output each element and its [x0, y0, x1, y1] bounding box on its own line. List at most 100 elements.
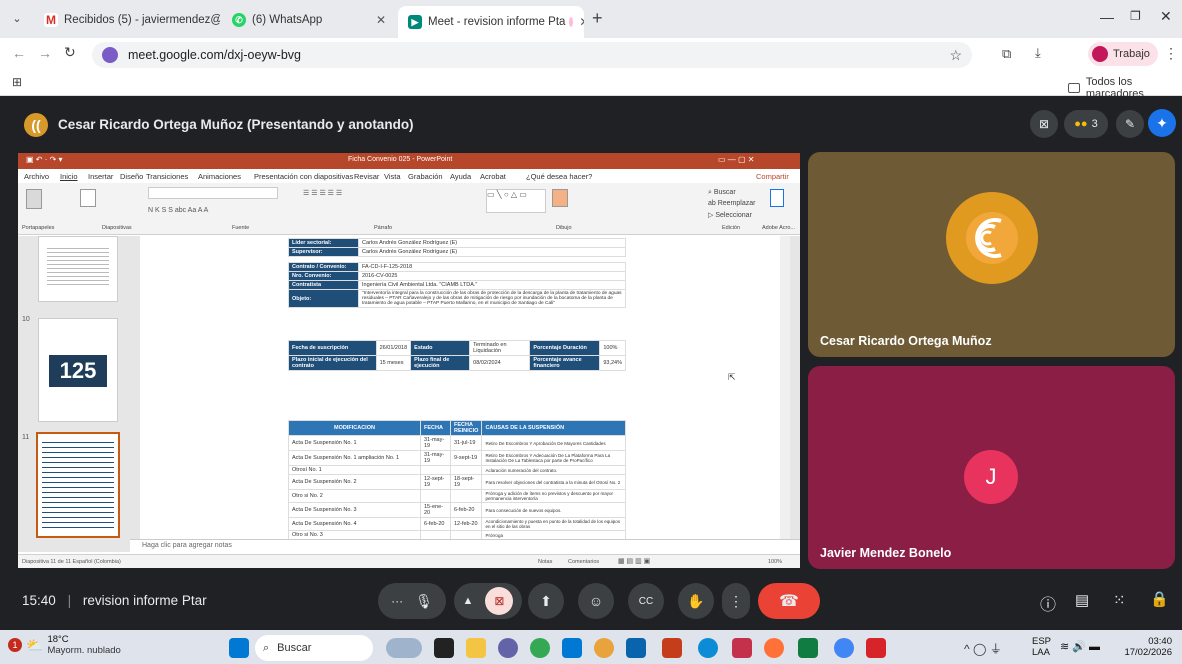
tab-gmail[interactable]: M Recibidos (5) - javiermendez@ ✕ [34, 6, 220, 34]
select-ribbon-icon[interactable]: ▷ Seleccionar [708, 211, 752, 219]
forward-icon[interactable]: → [38, 45, 52, 61]
site-info-icon[interactable] [102, 47, 118, 63]
arrange-icon[interactable] [552, 189, 568, 207]
font-format-icons[interactable]: N K S S abc Aa A A [148, 207, 208, 214]
menu-grabacion[interactable]: Grabación [408, 172, 443, 181]
app-icon[interactable] [594, 638, 614, 658]
bookmark-star-icon[interactable]: ☆ [949, 47, 962, 64]
taskbar-search[interactable]: ⌕ Buscar [255, 635, 373, 661]
clock[interactable]: 03:40 17/02/2026 [1122, 636, 1172, 658]
present-button[interactable]: ⬆ [528, 583, 564, 619]
file-explorer-icon[interactable] [466, 638, 486, 658]
menu-animaciones[interactable]: Animaciones [198, 172, 241, 181]
slide-thumb-9[interactable] [38, 236, 118, 302]
chat-icon[interactable]: ▤ [1075, 591, 1089, 609]
close-icon[interactable]: ✕ [370, 13, 386, 27]
acrobat-icon[interactable] [866, 638, 886, 658]
url-text: meet.google.com/dxj-oeyw-bvg [128, 48, 301, 62]
notes-pane[interactable]: Haga clic para agregar notas [130, 539, 800, 553]
status-notes-button[interactable]: Notas [538, 559, 552, 565]
participant-tile-javier[interactable]: J Javier Mendez Bonelo [808, 366, 1175, 569]
activities-icon[interactable]: ⁙ [1113, 591, 1126, 609]
slide-number: 10 [22, 316, 30, 323]
ppt-window-controls[interactable]: ▭ — ▢ ✕ [718, 155, 755, 164]
participant-tile-cesar[interactable]: Cesar Ricardo Ortega Muñoz [808, 152, 1175, 357]
menu-insertar[interactable]: Insertar [88, 172, 113, 181]
tab-whatsapp[interactable]: ✆ (6) WhatsApp ✕ [222, 6, 396, 34]
apps-icon[interactable]: ⊞ [12, 75, 22, 89]
task-view-icon[interactable] [434, 638, 454, 658]
gemini-icon[interactable]: ✦ [1148, 109, 1176, 137]
captions-button[interactable]: CC [628, 583, 664, 619]
slide-thumb-11[interactable] [36, 432, 120, 538]
table-row: Acta De Suspensión No. 2 12-sept-19 18-sep… [288, 474, 626, 490]
window-close-icon[interactable]: ✕ [1160, 8, 1172, 25]
menu-diseno[interactable]: Diseño [120, 172, 143, 181]
extensions-icon[interactable]: ⧉ [1002, 46, 1011, 62]
excel-icon[interactable] [798, 638, 818, 658]
menu-icon[interactable]: ⋮ [1164, 45, 1178, 62]
new-tab-button[interactable]: + [592, 8, 603, 29]
minimize-icon[interactable]: — [1100, 9, 1114, 25]
powerpoint-icon[interactable] [662, 638, 682, 658]
slide-thumb-10[interactable]: 125 [38, 318, 118, 422]
participants-badge[interactable]: ●● 3 [1064, 110, 1108, 138]
paragraph-icons[interactable]: ☰ ☰ ☰ ☰ ☰ [303, 189, 342, 197]
store-icon[interactable] [562, 638, 582, 658]
font-controls[interactable] [148, 187, 278, 199]
chrome-icon[interactable] [530, 638, 550, 658]
language-indicator[interactable]: ESP LAA [1032, 636, 1051, 658]
network-sound-battery-icons[interactable]: ≋ 🔊 ▬ [1060, 640, 1100, 653]
menu-vista[interactable]: Vista [384, 172, 401, 181]
view-buttons[interactable]: ▦ ▤ ▥ ▣ [618, 557, 650, 565]
edge-icon[interactable] [698, 638, 718, 658]
reload-icon[interactable]: ↻ [64, 44, 76, 61]
windows-start-icon[interactable] [229, 638, 249, 658]
download-icon[interactable]: ⤓ [1035, 45, 1041, 61]
firefox-icon[interactable] [764, 638, 784, 658]
menu-acrobat[interactable]: Acrobat [480, 172, 506, 181]
new-slide-icon[interactable] [80, 189, 96, 207]
share-button[interactable]: Compartir [756, 172, 789, 181]
annotate-icon[interactable]: ✎ [1116, 110, 1144, 138]
status-comments-button[interactable]: Comentarios [568, 559, 599, 565]
vertical-scrollbar[interactable] [780, 236, 790, 552]
close-icon[interactable]: ✕ [573, 15, 584, 29]
host-controls-icon[interactable]: 🔒 [1150, 590, 1169, 608]
menu-transiciones[interactable]: Transiciones [146, 172, 188, 181]
menu-ayuda[interactable]: Ayuda [450, 172, 471, 181]
shield-icon[interactable] [732, 638, 752, 658]
leave-call-button[interactable]: ☎ [758, 583, 820, 619]
menu-presentacion[interactable]: Presentación con diapositivas [254, 172, 353, 181]
widgets-icon[interactable] [386, 638, 422, 658]
camera-button[interactable]: ▲ ⊠ [454, 583, 522, 619]
teams-icon[interactable] [498, 638, 518, 658]
tray-icons[interactable]: ^ ◯ ⏚ [964, 640, 1002, 657]
info-icon[interactable]: ⓘ [1040, 591, 1056, 615]
search-ribbon-icon[interactable]: ⌕ Buscar [708, 189, 736, 197]
tab-meet[interactable]: ▶ Meet - revision informe Pta ✕ [398, 6, 584, 38]
chrome-active-icon[interactable] [834, 638, 854, 658]
zoom-level[interactable]: 100% [768, 559, 782, 565]
stop-presenting-icon[interactable]: ⊠ [1030, 110, 1058, 138]
menu-revisar[interactable]: Revisar [354, 172, 379, 181]
restore-icon[interactable]: ❐ [1130, 9, 1141, 23]
outlook-icon[interactable] [626, 638, 646, 658]
back-icon[interactable]: ← [12, 45, 26, 61]
menu-archivo[interactable]: Archivo [24, 172, 49, 181]
more-options-button[interactable]: ⋮ [722, 583, 750, 619]
paste-icon[interactable] [26, 189, 42, 209]
ppt-quick-access[interactable]: ▣ ↶ · ↷ ▾ [26, 155, 63, 164]
weather-widget[interactable]: 1 ⛅ 18°C Mayorm. nublado [8, 634, 121, 656]
menu-tell-me[interactable]: ¿Qué desea hacer? [526, 172, 592, 181]
url-bar[interactable]: meet.google.com/dxj-oeyw-bvg ☆ [92, 42, 972, 68]
emoji-button[interactable]: ☺ [578, 583, 614, 619]
profile-button[interactable]: Trabajo [1088, 42, 1158, 66]
shapes-gallery[interactable]: ▭ ╲ ○ △ ▭ [486, 189, 546, 213]
mic-button[interactable]: ··· 🎙 [378, 583, 446, 619]
raise-hand-button[interactable]: ✋ [678, 583, 714, 619]
menu-inicio[interactable]: Inicio [60, 172, 78, 181]
replace-ribbon-icon[interactable]: ab Reemplazar [708, 200, 755, 207]
create-pdf-icon[interactable] [770, 189, 784, 207]
tab-search-icon[interactable]: ⌄ [8, 10, 26, 28]
